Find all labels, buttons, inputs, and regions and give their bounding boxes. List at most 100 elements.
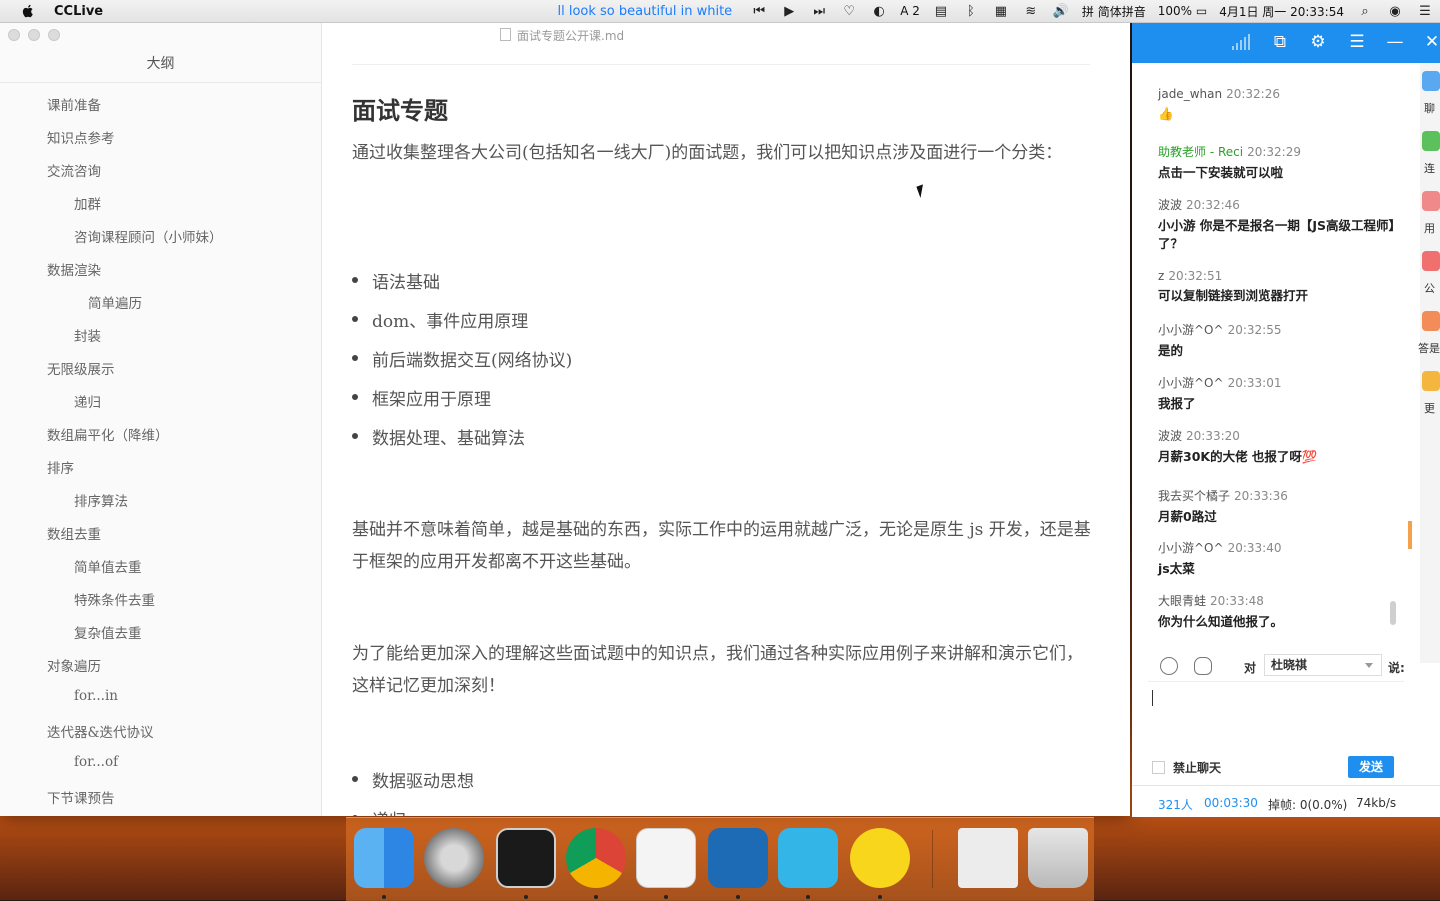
list-item[interactable]: 前后端数据交互(网络协议) xyxy=(351,346,572,371)
cclive-icon[interactable] xyxy=(778,828,838,888)
side-tab-label[interactable]: 连 xyxy=(1424,160,1435,176)
display-icon[interactable]: ▤ xyxy=(932,4,950,19)
outline-item[interactable]: 数组去重 xyxy=(47,523,101,543)
outline-item[interactable]: 简单遍历 xyxy=(88,292,142,312)
list-item[interactable]: 数据驱动思想 xyxy=(352,767,474,792)
list-item[interactable]: 框架应用于原理 xyxy=(352,385,491,410)
adobe-indicator[interactable]: A 2 xyxy=(900,4,920,18)
notification-center-icon[interactable]: ☰ xyxy=(1416,4,1434,19)
minimize-icon[interactable]: — xyxy=(1384,31,1406,53)
next-track-icon[interactable]: ⏭ xyxy=(810,4,828,19)
trash-icon[interactable] xyxy=(1028,828,1088,888)
zoom-window-button[interactable] xyxy=(48,29,60,41)
app-name[interactable]: CCLive xyxy=(54,4,103,19)
signal-icon[interactable] xyxy=(1230,31,1252,53)
more-tab-icon[interactable] xyxy=(1422,371,1440,391)
battery-status[interactable]: 100% ▭ xyxy=(1158,4,1207,18)
chrome-icon[interactable] xyxy=(566,828,626,888)
typora-icon[interactable] xyxy=(636,828,696,888)
intro-paragraph[interactable]: 通过收集整理各大公司(包括知名一线大厂)的面试题，我们可以把知识点涉及面进行一个… xyxy=(352,137,1097,169)
vscode-icon[interactable] xyxy=(708,828,768,888)
globe-icon[interactable]: ◐ xyxy=(870,4,888,19)
message-author[interactable]: 我去买个橘子 xyxy=(1158,489,1230,503)
siri-icon[interactable]: ◉ xyxy=(1386,4,1404,19)
spotlight-search-icon[interactable]: ⌕ xyxy=(1356,4,1374,19)
paragraph[interactable]: 基础并不意味着简单，越是基础的东西，实际工作中的运用就越广泛，无论是原生 js … xyxy=(352,514,1097,578)
volume-icon[interactable]: 🔊 xyxy=(1052,4,1070,19)
outline-item[interactable]: 知识点参考 xyxy=(47,127,115,147)
outline-item[interactable]: 课前准备 xyxy=(47,94,101,114)
notice-tab-icon[interactable] xyxy=(1422,251,1440,271)
outline-item[interactable]: for...of xyxy=(74,754,118,770)
side-tab-label[interactable]: 用 xyxy=(1424,220,1435,236)
outline-item[interactable]: for...in xyxy=(74,688,118,704)
bluetooth-icon[interactable]: ᛒ xyxy=(962,4,980,19)
outline-item[interactable]: 咨询课程顾问（小师妹） xyxy=(74,226,223,246)
message-author[interactable]: 大眼青蛙 xyxy=(1158,594,1206,608)
outline-item[interactable]: 特殊条件去重 xyxy=(74,589,155,609)
message-author[interactable]: 波波 xyxy=(1158,198,1182,212)
message-author[interactable]: 小小游^O^ xyxy=(1158,376,1224,390)
terminal-icon[interactable] xyxy=(496,828,556,888)
qa-tab-icon[interactable] xyxy=(1422,311,1440,331)
chat-tab-icon[interactable] xyxy=(1422,71,1440,91)
paragraph[interactable]: 为了能给更加深入的理解这些面试题中的知识点，我们通过各种实际应用例子来讲解和演示… xyxy=(352,638,1097,702)
send-button[interactable]: 发送 xyxy=(1348,756,1394,778)
qqmusic-icon[interactable] xyxy=(850,828,910,888)
recipient-select[interactable]: 杜晓祺 xyxy=(1264,654,1382,676)
checkbox[interactable] xyxy=(1152,761,1165,774)
close-icon[interactable]: ✕ xyxy=(1421,31,1440,53)
side-tab-label[interactable]: 公 xyxy=(1424,280,1435,296)
now-playing[interactable]: ll look so beautiful in white xyxy=(557,4,732,19)
heart-icon[interactable]: ♡ xyxy=(840,4,858,19)
list-item[interactable]: 数据处理、基础算法 xyxy=(352,424,525,449)
apple-menu-icon[interactable] xyxy=(20,3,36,19)
play-icon[interactable]: ▶ xyxy=(780,4,798,19)
message-author[interactable]: 小小游^O^ xyxy=(1158,541,1224,555)
emoji-icon[interactable] xyxy=(1160,657,1178,675)
documents-icon[interactable] xyxy=(958,828,1018,888)
list-item[interactable]: dom、事件应用原理 xyxy=(351,307,528,332)
side-tab-label[interactable]: 聊 xyxy=(1424,100,1435,116)
outline-item[interactable]: 排序算法 xyxy=(74,490,128,510)
launchpad-icon[interactable] xyxy=(424,828,484,888)
outline-item[interactable]: 下节课预告 xyxy=(47,787,115,807)
outline-item[interactable]: 复杂值去重 xyxy=(74,622,142,642)
screen-share-icon[interactable]: ⧉ xyxy=(1269,31,1291,53)
message-author[interactable]: jade_whan xyxy=(1158,87,1222,101)
chat-scrollbar[interactable] xyxy=(1390,601,1396,625)
finder-icon[interactable] xyxy=(354,828,414,888)
list-item[interactable]: 递归 xyxy=(352,806,406,816)
close-window-button[interactable] xyxy=(8,29,20,41)
keyboard-icon[interactable]: ▦ xyxy=(992,4,1010,19)
previous-track-icon[interactable]: ⏮ xyxy=(750,4,768,19)
chat-message-list[interactable]: jade_whan 20:32:26 👍 助教老师 - Reci 20:32:29 点击一… xyxy=(1132,63,1402,648)
message-author[interactable]: z xyxy=(1158,269,1164,283)
message-author[interactable]: 助教老师 - Reci xyxy=(1158,145,1243,159)
outline-item[interactable]: 排序 xyxy=(47,457,74,477)
outline-item[interactable]: 迭代器&迭代协议 xyxy=(47,721,154,741)
outline-item[interactable]: 简单值去重 xyxy=(74,556,142,576)
users-tab-icon[interactable] xyxy=(1422,191,1440,211)
outline-item[interactable]: 递归 xyxy=(74,391,101,411)
chat-input[interactable] xyxy=(1148,681,1404,750)
editor[interactable]: 面试专题 通过收集整理各大公司(包括知名一线大厂)的面试题，我们可以把知识点涉及… xyxy=(322,23,1130,816)
outline-item[interactable]: 封装 xyxy=(74,325,101,345)
user-select-icon[interactable] xyxy=(1194,657,1212,675)
clock[interactable]: 4月1日 周一 20:33:54 xyxy=(1219,3,1344,20)
input-method[interactable]: 拼 简体拼音 xyxy=(1082,3,1146,20)
side-tab-label[interactable]: 更 xyxy=(1424,400,1435,416)
outline-item[interactable]: 无限级展示 xyxy=(47,358,115,378)
page-title[interactable]: 面试专题 xyxy=(352,91,448,126)
side-tab-label[interactable]: 答是 xyxy=(1418,340,1440,356)
menu-icon[interactable]: ☰ xyxy=(1346,31,1368,53)
minimize-window-button[interactable] xyxy=(28,29,40,41)
outline-item[interactable]: 加群 xyxy=(74,193,101,213)
wifi-icon[interactable]: ≋ xyxy=(1022,4,1040,19)
outline-item[interactable]: 数组扁平化（降维） xyxy=(47,424,169,444)
mute-chat-checkbox[interactable]: 禁止聊天 xyxy=(1152,759,1221,776)
message-author[interactable]: 小小游^O^ xyxy=(1158,323,1224,337)
message-author[interactable]: 波波 xyxy=(1158,429,1182,443)
connect-tab-icon[interactable] xyxy=(1422,131,1440,151)
list-item[interactable]: 语法基础 xyxy=(352,268,440,293)
